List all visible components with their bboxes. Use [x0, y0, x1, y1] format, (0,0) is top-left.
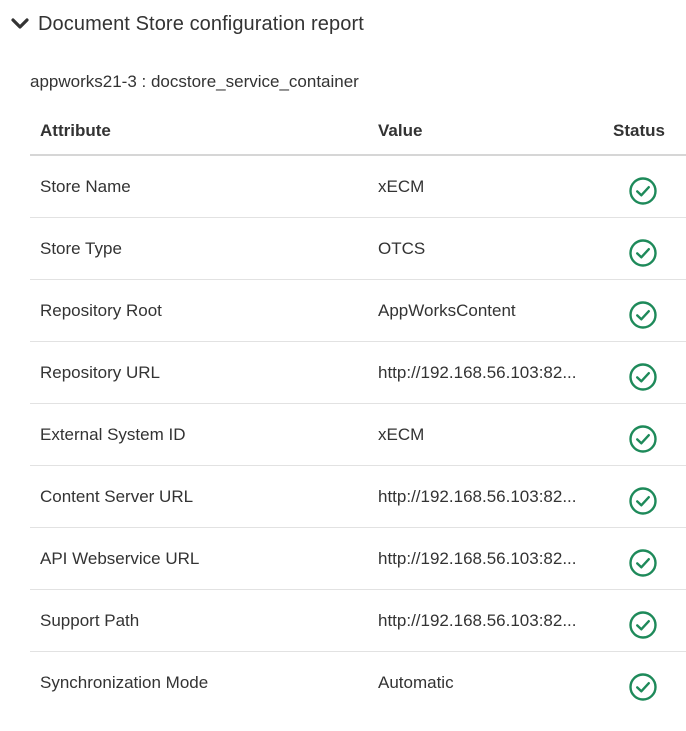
row-value: Automatic	[378, 672, 454, 692]
row-attribute: External System ID	[40, 424, 186, 444]
table-row: Store Name xECM	[30, 156, 686, 218]
row-status	[596, 168, 686, 206]
table-header: Attribute Value Status	[30, 108, 686, 156]
row-attribute: Store Type	[40, 238, 122, 258]
row-value: xECM	[378, 176, 425, 196]
config-report-table: Attribute Value Status Store Name xECM S…	[30, 108, 686, 713]
panel-header-toggle[interactable]: Document Store configuration report	[10, 8, 364, 40]
row-value: http://192.168.56.103:82...	[378, 362, 577, 382]
row-status	[596, 664, 686, 702]
panel-title: Document Store configuration report	[38, 12, 364, 35]
row-attribute: Content Server URL	[40, 486, 194, 506]
check-circle-icon	[628, 486, 658, 516]
table-row: External System ID xECM	[30, 404, 686, 466]
row-attribute: API Webservice URL	[40, 548, 200, 568]
check-circle-icon	[628, 176, 658, 206]
row-value: http://192.168.56.103:82...	[378, 548, 577, 568]
check-circle-icon	[628, 610, 658, 640]
row-status	[596, 478, 686, 516]
table-row: Synchronization Mode Automatic	[30, 652, 686, 713]
column-header-status: Status	[613, 121, 665, 140]
chevron-down-icon[interactable]	[10, 14, 30, 34]
row-status	[596, 602, 686, 640]
row-value: OTCS	[378, 238, 426, 258]
row-status	[596, 540, 686, 578]
row-attribute: Support Path	[40, 610, 140, 630]
table-row: API Webservice URL http://192.168.56.103…	[30, 528, 686, 590]
column-header-attribute: Attribute	[40, 121, 111, 140]
table-row: Content Server URL http://192.168.56.103…	[30, 466, 686, 528]
row-attribute: Synchronization Mode	[40, 672, 209, 692]
check-circle-icon	[628, 548, 658, 578]
row-status	[596, 354, 686, 392]
row-value: http://192.168.56.103:82...	[378, 486, 577, 506]
row-value: AppWorksContent	[378, 300, 516, 320]
row-status	[596, 416, 686, 454]
check-circle-icon	[628, 300, 658, 330]
check-circle-icon	[628, 238, 658, 268]
table-row: Store Type OTCS	[30, 218, 686, 280]
column-header-value: Value	[378, 121, 423, 140]
row-attribute: Store Name	[40, 176, 131, 196]
container-subtitle: appworks21-3 : docstore_service_containe…	[30, 72, 359, 91]
row-value: xECM	[378, 424, 425, 444]
table-row: Support Path http://192.168.56.103:82...	[30, 590, 686, 652]
check-circle-icon	[628, 672, 658, 702]
check-circle-icon	[628, 362, 658, 392]
table-row: Repository Root AppWorksContent	[30, 280, 686, 342]
check-circle-icon	[628, 424, 658, 454]
row-attribute: Repository Root	[40, 300, 162, 320]
table-row: Repository URL http://192.168.56.103:82.…	[30, 342, 686, 404]
row-status	[596, 230, 686, 268]
row-value: http://192.168.56.103:82...	[378, 610, 577, 630]
row-status	[596, 292, 686, 330]
row-attribute: Repository URL	[40, 362, 160, 382]
